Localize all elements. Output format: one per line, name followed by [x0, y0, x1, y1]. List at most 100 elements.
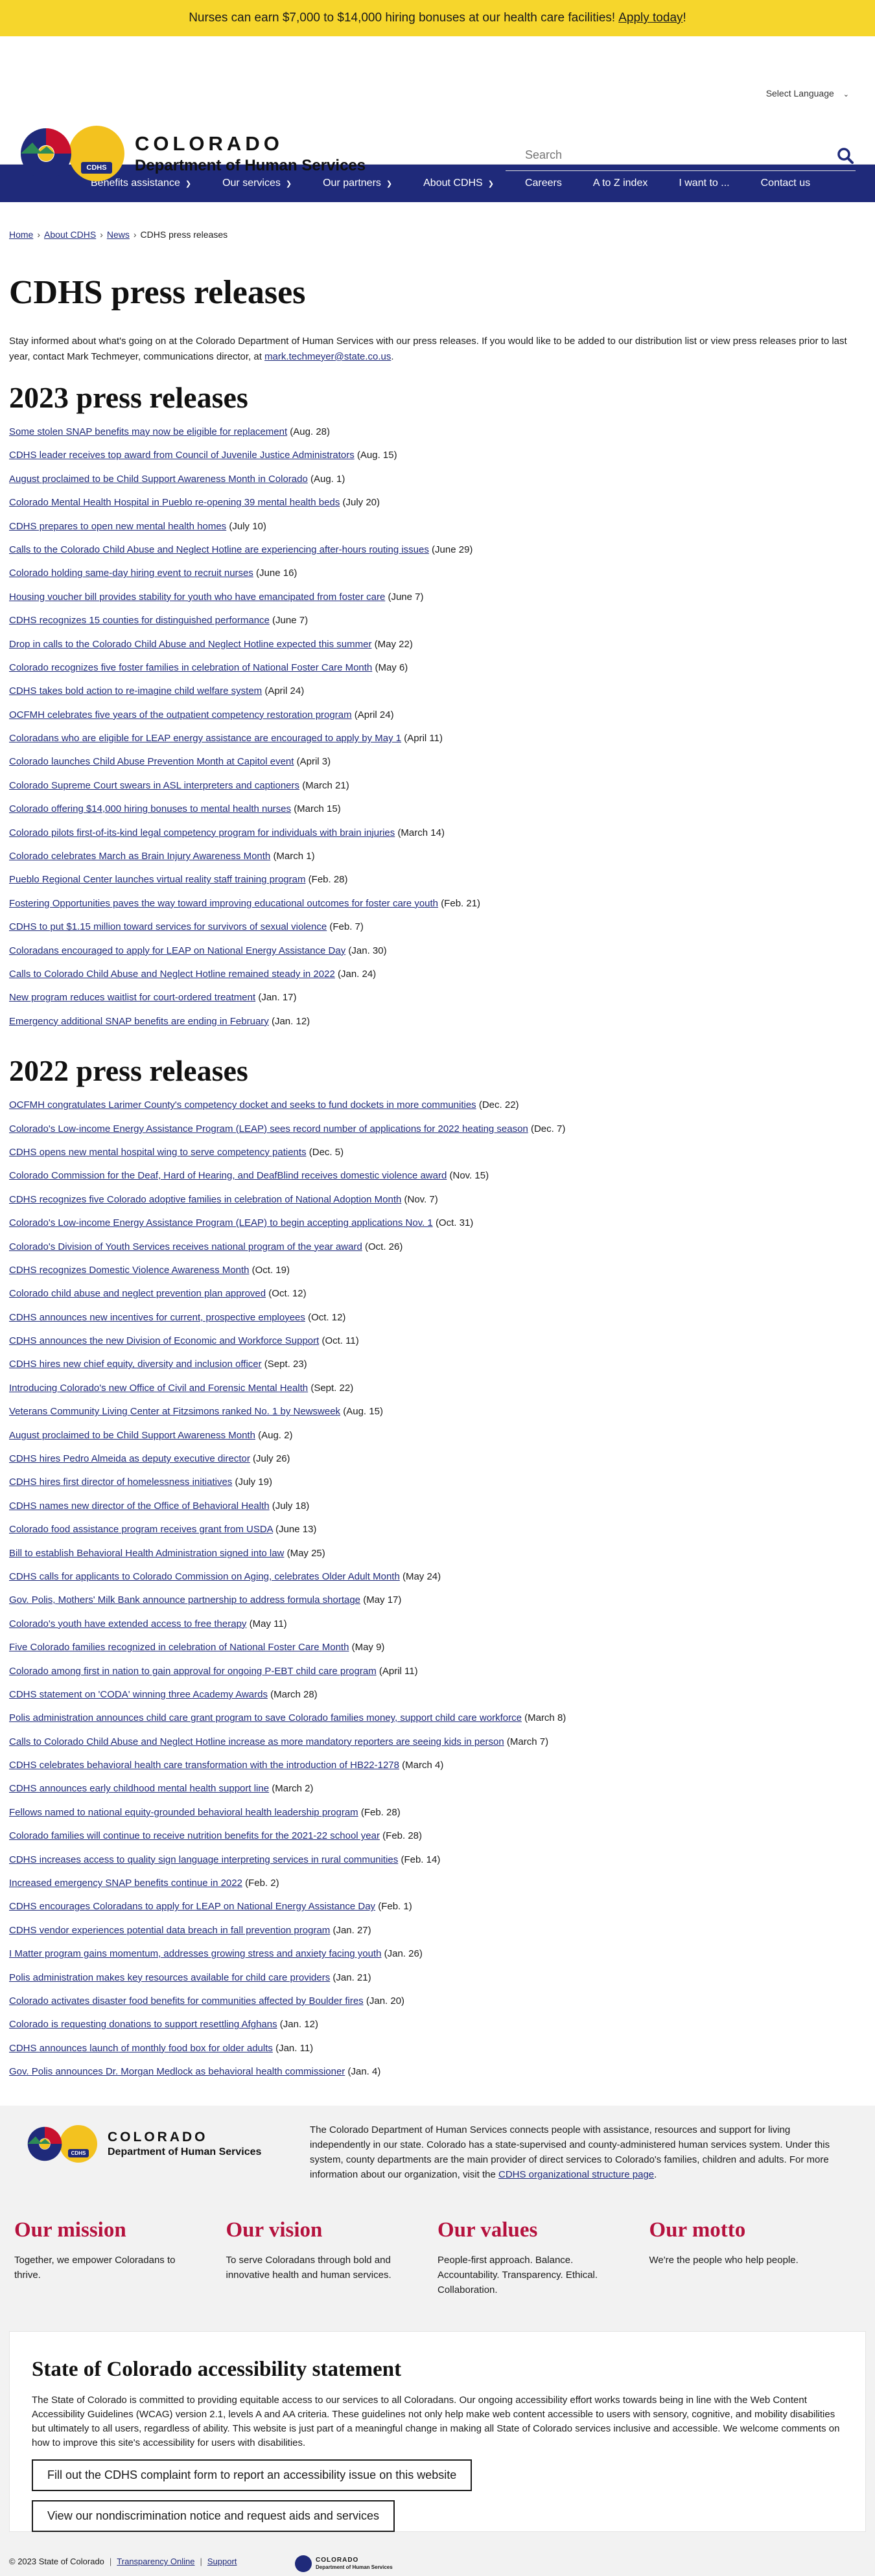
press-release-link[interactable]: CDHS hires first director of homelessnes… [9, 1477, 232, 1488]
press-release-link[interactable]: CDHS prepares to open new mental health … [9, 521, 226, 532]
press-release-link[interactable]: Polis administration makes key resources… [9, 1972, 330, 1983]
press-release-link[interactable]: CDHS statement on 'CODA' winning three A… [9, 1689, 268, 1700]
press-release-link[interactable]: CDHS hires new chief equity, diversity a… [9, 1359, 262, 1370]
press-release-link[interactable]: Bill to establish Behavioral Health Admi… [9, 1548, 284, 1559]
press-release-link[interactable]: OCFMH congratulates Larimer County's com… [9, 1099, 476, 1110]
press-release-link[interactable]: CDHS recognizes five Colorado adoptive f… [9, 1194, 401, 1205]
press-release-item: Five Colorado families recognized in cel… [9, 1640, 866, 1664]
press-release-link[interactable]: Five Colorado families recognized in cel… [9, 1642, 349, 1653]
press-release-link[interactable]: Fellows named to national equity-grounde… [9, 1807, 358, 1818]
press-release-item: Some stolen SNAP benefits may now be eli… [9, 425, 866, 448]
press-release-link[interactable]: CDHS increases access to quality sign la… [9, 1854, 398, 1865]
press-release-link[interactable]: CDHS opens new mental hospital wing to s… [9, 1147, 307, 1158]
press-release-link[interactable]: Calls to Colorado Child Abuse and Neglec… [9, 1736, 504, 1747]
press-release-link[interactable]: Colorado families will continue to recei… [9, 1830, 380, 1841]
press-release-link[interactable]: Calls to Colorado Child Abuse and Neglec… [9, 969, 335, 980]
nav-contact-us[interactable]: Contact us [761, 178, 810, 189]
press-release-link[interactable]: CDHS recognizes Domestic Violence Awaren… [9, 1265, 249, 1276]
press-release-link[interactable]: Pueblo Regional Center launches virtual … [9, 874, 305, 885]
press-release-link[interactable]: CDHS celebrates behavioral health care t… [9, 1760, 399, 1771]
press-release-link[interactable]: Colorado pilots first-of-its-kind legal … [9, 827, 395, 838]
breadcrumb-news[interactable]: News [107, 229, 130, 240]
press-release-date: (May 22) [374, 638, 413, 650]
press-release-date: (March 8) [524, 1712, 566, 1724]
language-select[interactable]: Select Language ⌄ [766, 88, 849, 98]
press-release-link[interactable]: Fostering Opportunities paves the way to… [9, 898, 438, 909]
press-release-link[interactable]: CDHS vendor experiences potential data b… [9, 1925, 330, 1936]
press-release-link[interactable]: I Matter program gains momentum, address… [9, 1948, 381, 1959]
footer-logo[interactable]: CDHS COLORADO Department of Human Servic… [26, 2124, 261, 2163]
press-release-link[interactable]: Gov. Polis, Mothers' Milk Bank announce … [9, 1594, 360, 1605]
logo-dept-text: Department of Human Services [135, 157, 366, 174]
press-release-link[interactable]: Colorado celebrates March as Brain Injur… [9, 851, 270, 862]
press-release-link[interactable]: Colorado Supreme Court swears in ASL int… [9, 780, 299, 791]
press-release-link[interactable]: CDHS to put $1.15 million toward service… [9, 921, 327, 932]
site-logo[interactable]: CDHS COLORADO Department of Human Servic… [18, 126, 366, 181]
press-release-link[interactable]: CDHS announces the new Division of Econo… [9, 1335, 319, 1346]
press-release-item: Colorado recognizes five foster families… [9, 661, 866, 684]
press-release-link[interactable]: August proclaimed to be Child Support Aw… [9, 474, 308, 485]
press-release-link[interactable]: Veterans Community Living Center at Fitz… [9, 1406, 340, 1417]
press-release-link[interactable]: Colorado is requesting donations to supp… [9, 2019, 277, 2030]
press-release-link[interactable]: Increased emergency SNAP benefits contin… [9, 1878, 242, 1889]
press-release-item: Emergency additional SNAP benefits are e… [9, 1015, 866, 1038]
press-release-link[interactable]: New program reduces waitlist for court-o… [9, 992, 255, 1003]
support-link[interactable]: Support [207, 2557, 237, 2566]
press-release-link[interactable]: Coloradans encouraged to apply for LEAP … [9, 945, 345, 956]
press-release-link[interactable]: CDHS recognizes 15 counties for distingu… [9, 615, 270, 626]
nav-careers[interactable]: Careers [525, 178, 562, 189]
nav-a-to-z-index[interactable]: A to Z index [593, 178, 648, 189]
press-release-link[interactable]: Colorado launches Child Abuse Prevention… [9, 756, 294, 767]
press-release-link[interactable]: August proclaimed to be Child Support Aw… [9, 1430, 255, 1441]
press-release-link[interactable]: Coloradans who are eligible for LEAP ene… [9, 733, 401, 744]
press-release-link[interactable]: CDHS announces launch of monthly food bo… [9, 2043, 273, 2054]
press-release-link[interactable]: Housing voucher bill provides stability … [9, 592, 385, 603]
press-release-link[interactable]: Colorado Commission for the Deaf, Hard o… [9, 1170, 447, 1181]
search-icon[interactable] [835, 145, 856, 166]
apply-today-link[interactable]: Apply today [618, 11, 682, 25]
press-release-link[interactable]: Colorado's Low-income Energy Assistance … [9, 1217, 433, 1228]
press-release-link[interactable]: Colorado Mental Health Hospital in Puebl… [9, 497, 340, 508]
breadcrumb-home[interactable]: Home [9, 229, 33, 240]
contact-email-link[interactable]: mark.techmeyer@state.co.us [264, 351, 391, 362]
press-release-link[interactable]: Drop in calls to the Colorado Child Abus… [9, 639, 371, 650]
press-release-link[interactable]: Colorado's Division of Youth Services re… [9, 1241, 362, 1252]
org-structure-link[interactable]: CDHS organizational structure page [498, 2169, 654, 2180]
press-release-link[interactable]: Colorado food assistance program receive… [9, 1524, 273, 1535]
nav-i-want-to[interactable]: I want to ... [679, 178, 729, 189]
breadcrumb-about[interactable]: About CDHS [44, 229, 96, 240]
press-release-link[interactable]: Introducing Colorado's new Office of Civ… [9, 1383, 308, 1394]
transparency-link[interactable]: Transparency Online [117, 2557, 194, 2566]
press-release-link[interactable]: Colorado's Low-income Energy Assistance … [9, 1123, 528, 1134]
nav-about-cdhs[interactable]: About CDHS ❯ [423, 178, 494, 189]
press-release-link[interactable]: CDHS announces early childhood mental he… [9, 1783, 269, 1794]
press-release-link[interactable]: Emergency additional SNAP benefits are e… [9, 1016, 269, 1027]
press-release-date: (March 21) [302, 779, 349, 791]
press-release-date: (April 11) [404, 733, 443, 744]
press-release-link[interactable]: CDHS announces new incentives for curren… [9, 1312, 305, 1323]
press-release-link[interactable]: Gov. Polis announces Dr. Morgan Medlock … [9, 2066, 345, 2077]
press-release-link[interactable]: CDHS hires Pedro Almeida as deputy execu… [9, 1453, 250, 1464]
press-release-link[interactable]: Colorado recognizes five foster families… [9, 662, 372, 673]
press-release-link[interactable]: Colorado among first in nation to gain a… [9, 1666, 377, 1677]
press-release-link[interactable]: CDHS encourages Coloradans to apply for … [9, 1901, 375, 1912]
press-release-date: (Feb. 28) [382, 1830, 423, 1842]
press-release-date: (Oct. 31) [435, 1217, 474, 1229]
press-release-link[interactable]: Some stolen SNAP benefits may now be eli… [9, 426, 287, 437]
press-release-link[interactable]: CDHS calls for applicants to Colorado Co… [9, 1571, 400, 1582]
press-release-link[interactable]: Calls to the Colorado Child Abuse and Ne… [9, 544, 429, 555]
nondiscrimination-button[interactable]: View our nondiscrimination notice and re… [32, 2500, 395, 2532]
press-release-link[interactable]: CDHS leader receives top award from Coun… [9, 450, 355, 461]
press-release-link[interactable]: Colorado holding same-day hiring event t… [9, 568, 253, 579]
press-release-link[interactable]: OCFMH celebrates five years of the outpa… [9, 709, 352, 720]
press-release-link[interactable]: Colorado child abuse and neglect prevent… [9, 1288, 266, 1299]
press-release-link[interactable]: CDHS takes bold action to re-imagine chi… [9, 685, 262, 696]
press-release-link[interactable]: CDHS names new director of the Office of… [9, 1501, 270, 1512]
press-release-link[interactable]: Colorado's youth have extended access to… [9, 1618, 246, 1629]
press-release-link[interactable]: Colorado offering $14,000 hiring bonuses… [9, 803, 291, 814]
press-release-link[interactable]: Colorado activates disaster food benefit… [9, 1995, 364, 2007]
vision-title: Our vision [226, 2218, 323, 2242]
press-release-link[interactable]: Polis administration announces child car… [9, 1712, 522, 1723]
search-input[interactable] [506, 148, 778, 162]
complaint-form-button[interactable]: Fill out the CDHS complaint form to repo… [32, 2459, 472, 2491]
